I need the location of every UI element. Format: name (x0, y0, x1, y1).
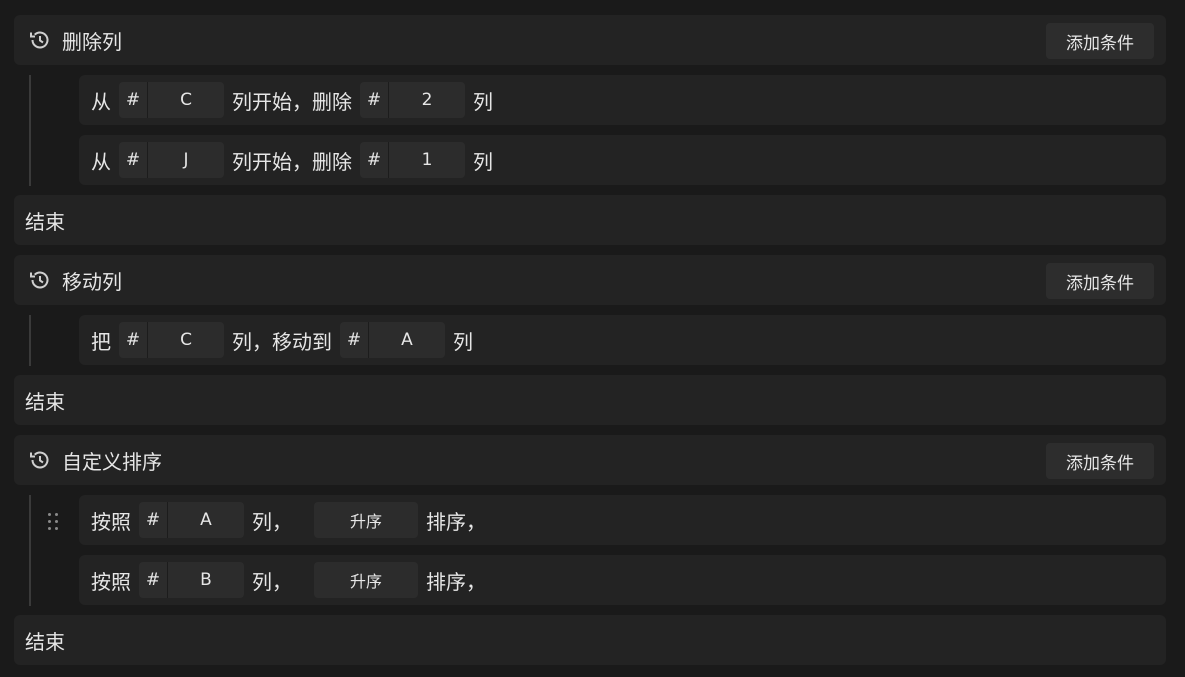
block-end: 结束 (14, 195, 1166, 245)
block-indent-line (29, 495, 31, 606)
count-field[interactable]: # 2 (360, 82, 465, 118)
row-middle-text: 列，移动到 (232, 329, 332, 354)
block-title: 移动列 (62, 269, 122, 294)
block-header-delete-columns: 删除列 添加条件 (14, 15, 1166, 65)
drag-handle-icon[interactable] (48, 509, 62, 533)
row-prefix: 按照 (91, 569, 131, 594)
condition-row: 从 # J 列开始，删除 # 1 列 (79, 135, 1166, 185)
hash-label: # (360, 142, 389, 178)
row-prefix: 把 (91, 329, 111, 354)
end-label: 结束 (25, 629, 65, 654)
add-condition-button[interactable]: 添加条件 (1046, 23, 1154, 59)
count-field[interactable]: # 1 (360, 142, 465, 178)
row-suffix: 排序， (426, 569, 486, 594)
hash-label: # (139, 502, 168, 538)
condition-row: 把 # C 列，移动到 # A 列 (79, 315, 1166, 365)
row-middle-text: 列开始，删除 (232, 89, 352, 114)
row-suffix: 列 (453, 329, 473, 354)
from-column-field[interactable]: # C (119, 322, 224, 358)
row-suffix: 列 (473, 89, 493, 114)
row-suffix: 排序， (426, 509, 486, 534)
hash-label: # (119, 82, 148, 118)
hash-label: # (340, 322, 369, 358)
block-indent-line (29, 315, 31, 366)
row-middle-text: 列开始，删除 (232, 149, 352, 174)
sort-order-select[interactable]: 升序 (314, 562, 418, 598)
start-column-field[interactable]: # C (119, 82, 224, 118)
add-condition-button[interactable]: 添加条件 (1046, 443, 1154, 479)
sort-row: 按照 # B 列， 升序 排序， (79, 555, 1166, 605)
hash-label: # (139, 562, 168, 598)
row-middle-text: 列， (252, 509, 292, 534)
end-label: 结束 (25, 389, 65, 414)
hash-label: # (119, 142, 148, 178)
start-column-value: C (180, 90, 192, 110)
count-value: 2 (421, 90, 433, 110)
block-indent-line (29, 75, 31, 186)
sort-order-select[interactable]: 升序 (314, 502, 418, 538)
sort-column-value: B (200, 570, 212, 590)
to-column-value: A (401, 330, 413, 350)
condition-row: 从 # C 列开始，删除 # 2 列 (79, 75, 1166, 125)
count-value: 1 (421, 150, 433, 170)
end-label: 结束 (25, 209, 65, 234)
sort-row: 按照 # A 列， 升序 排序， (79, 495, 1166, 545)
sort-column-field[interactable]: # A (139, 502, 244, 538)
block-end: 结束 (14, 615, 1166, 665)
block-title: 删除列 (62, 29, 122, 54)
hash-label: # (360, 82, 389, 118)
block-title: 自定义排序 (62, 449, 162, 474)
to-column-field[interactable]: # A (340, 322, 445, 358)
add-condition-button[interactable]: 添加条件 (1046, 263, 1154, 299)
row-prefix: 从 (91, 149, 111, 174)
block-end: 结束 (14, 375, 1166, 425)
block-header-move-columns: 移动列 添加条件 (14, 255, 1166, 305)
sort-column-field[interactable]: # B (139, 562, 244, 598)
row-prefix: 从 (91, 89, 111, 114)
row-suffix: 列 (473, 149, 493, 174)
history-icon (28, 448, 52, 472)
history-icon (28, 28, 52, 52)
history-icon (28, 268, 52, 292)
start-column-value: J (183, 150, 189, 170)
sort-column-value: A (200, 510, 212, 530)
row-middle-text: 列， (252, 569, 292, 594)
block-header-custom-sort: 自定义排序 添加条件 (14, 435, 1166, 485)
from-column-value: C (180, 330, 192, 350)
start-column-field[interactable]: # J (119, 142, 224, 178)
hash-label: # (119, 322, 148, 358)
row-prefix: 按照 (91, 509, 131, 534)
